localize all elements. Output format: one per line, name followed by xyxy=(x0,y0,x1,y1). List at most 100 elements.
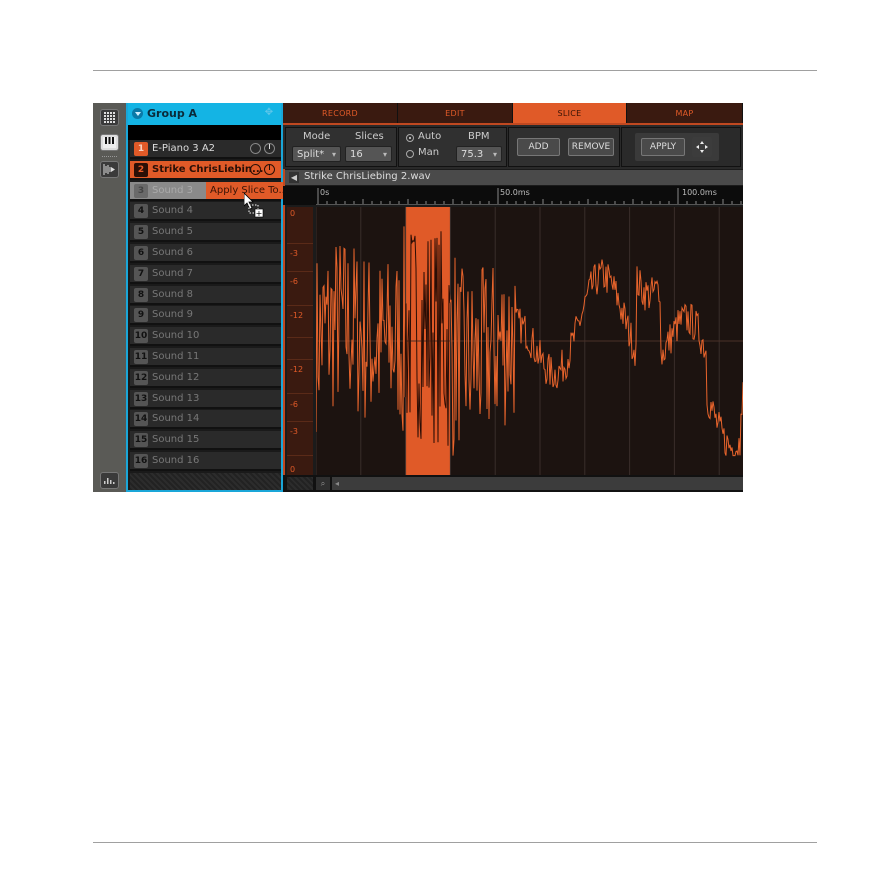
detect-bpm-group: Auto Man BPM 75.3 xyxy=(398,127,507,167)
sound-slot[interactable]: 12 Sound 12 xyxy=(130,368,281,388)
db-gridline xyxy=(287,359,313,360)
file-name: Strike ChrisLiebing 2.wav xyxy=(304,171,431,182)
scrollbar-track[interactable]: ◂ xyxy=(332,477,743,490)
db-gridline xyxy=(287,421,313,422)
svg-text:+: + xyxy=(256,209,263,218)
move-arrows-icon xyxy=(696,141,708,153)
auto-label: Auto xyxy=(418,131,442,142)
sound-slot[interactable]: 9 Sound 9 xyxy=(130,306,281,326)
man-radio[interactable] xyxy=(406,150,414,158)
bpm-label: BPM xyxy=(468,131,490,142)
sound-name: E-Piano 3 A2 xyxy=(152,143,216,154)
move-handle-icon[interactable]: ✥ xyxy=(263,107,275,119)
mixer-button[interactable] xyxy=(100,472,119,489)
add-button[interactable]: ADD xyxy=(517,138,560,156)
apply-button[interactable]: APPLY xyxy=(641,138,685,156)
time-ruler[interactable]: 0s 50.0ms 100.0ms xyxy=(283,186,743,205)
group-title: Group A xyxy=(147,107,198,120)
sound-slot[interactable]: 13 Sound 13 xyxy=(130,389,281,409)
sound-number: 9 xyxy=(134,308,148,323)
bpm-dropdown[interactable]: 75.3 xyxy=(456,146,502,163)
sound-name: Sound 4 xyxy=(152,205,194,217)
slice-controls: Mode Slices Split* 16 Auto Man BPM 75.3 … xyxy=(283,123,743,169)
mixer-icon xyxy=(104,478,115,484)
sound-slot[interactable]: 16 Sound 16 xyxy=(130,452,281,471)
group-panel: Group A ✥ 1 E-Piano 3 A2 2 Strike ChrisLieb… xyxy=(126,103,288,492)
scroll-left-icon[interactable]: ◂ xyxy=(335,477,339,490)
slices-dropdown[interactable]: 16 xyxy=(345,146,392,163)
volume-knob-icon[interactable] xyxy=(264,163,275,175)
db-gridline xyxy=(287,337,313,338)
sound-number: 13 xyxy=(134,391,148,406)
sound-name: Sound 13 xyxy=(152,392,200,404)
file-bar: ◀ Strike ChrisLiebing 2.wav xyxy=(285,170,743,185)
db-gridline xyxy=(287,455,313,456)
db-label: 0 xyxy=(290,209,296,218)
sound-name: Sound 14 xyxy=(152,413,200,425)
sound-name: Strike ChrisLiebin... xyxy=(152,163,264,175)
pad-grid-icon xyxy=(104,112,115,123)
sound-slot[interactable]: 6 Sound 6 xyxy=(130,244,281,263)
drag-slices-button[interactable] xyxy=(692,137,712,157)
keyboard-button[interactable] xyxy=(100,134,119,151)
sound-slot[interactable]: 7 Sound 7 xyxy=(130,264,281,284)
slice-waveform-icon xyxy=(103,164,115,175)
db-gridline xyxy=(287,393,313,394)
pan-knob-icon[interactable] xyxy=(250,163,261,175)
maschine-window: Group A ✥ 1 E-Piano 3 A2 2 Strike ChrisLieb… xyxy=(93,103,743,492)
sound-number: 5 xyxy=(134,225,148,240)
sound-slot[interactable]: 11 Sound 11 xyxy=(130,348,281,367)
auto-radio[interactable] xyxy=(406,134,414,142)
db-label: -3 xyxy=(290,427,298,436)
sound-name: Sound 10 xyxy=(152,330,200,342)
sound-number: 11 xyxy=(134,350,148,364)
sound-name: Sound 15 xyxy=(152,434,200,446)
remove-button[interactable]: REMOVE xyxy=(568,138,614,156)
sound-number: 15 xyxy=(134,433,148,448)
group-header[interactable]: Group A ✥ xyxy=(128,103,281,125)
sound-name: Sound 3 xyxy=(152,184,194,196)
sound-slot[interactable]: 5 Sound 5 xyxy=(130,223,281,243)
sound-name: Sound 6 xyxy=(152,247,194,258)
drag-cursor-icon: + xyxy=(244,193,264,218)
sound-slot[interactable]: 10 Sound 10 xyxy=(130,327,281,347)
volume-knob-icon[interactable] xyxy=(264,143,275,154)
zoom-icon[interactable]: ⌕ xyxy=(316,477,330,490)
mode-label: Mode xyxy=(303,131,331,142)
scroll-hatch xyxy=(287,477,313,490)
sound-slot[interactable]: 2 Strike ChrisLiebin... xyxy=(130,160,281,180)
sample-view-button[interactable] xyxy=(100,161,119,178)
mode-dropdown[interactable]: Split* xyxy=(292,146,341,163)
sound-name: Sound 11 xyxy=(152,351,200,362)
db-gridline xyxy=(287,271,313,272)
tab-edit[interactable]: EDIT xyxy=(398,103,513,123)
sound-number: 14 xyxy=(134,412,148,427)
tab-record[interactable]: RECORD xyxy=(283,103,398,123)
sound-number: 10 xyxy=(134,329,148,344)
pan-knob-icon[interactable] xyxy=(250,143,261,154)
group-footer xyxy=(130,473,281,490)
sound-name: Sound 7 xyxy=(152,267,194,279)
db-gridline xyxy=(287,305,313,306)
add-remove-group: ADD REMOVE xyxy=(508,127,620,167)
sound-name: Sound 16 xyxy=(152,455,200,466)
sound-slot[interactable]: 14 Sound 14 xyxy=(130,410,281,430)
collapse-arrow-icon[interactable] xyxy=(132,108,143,119)
sound-slot[interactable]: 1 E-Piano 3 A2 xyxy=(130,140,281,159)
tab-map[interactable]: MAP xyxy=(627,103,743,123)
sound-slot[interactable]: 15 Sound 15 xyxy=(130,431,281,451)
mode-slices-group: Mode Slices Split* 16 xyxy=(285,127,397,167)
ruler-label: 100.0ms xyxy=(682,188,717,197)
db-scale: 0 -3 -6 -12 -12 -6 -3 0 xyxy=(287,207,313,475)
sample-editor: RECORDEDITSLICEMAP Mode Slices Split* 16… xyxy=(283,103,743,492)
pad-grid-button[interactable] xyxy=(100,109,119,126)
waveform-display[interactable] xyxy=(316,207,743,475)
speaker-icon[interactable]: ◀ xyxy=(289,172,299,183)
sound-slot[interactable]: 8 Sound 8 xyxy=(130,285,281,305)
db-label: 0 xyxy=(290,465,296,474)
db-label: -12 xyxy=(290,365,304,374)
db-label: -6 xyxy=(290,277,298,286)
page-top-rule xyxy=(93,70,817,71)
page-bottom-rule xyxy=(93,842,817,843)
tab-slice[interactable]: SLICE xyxy=(513,103,627,123)
